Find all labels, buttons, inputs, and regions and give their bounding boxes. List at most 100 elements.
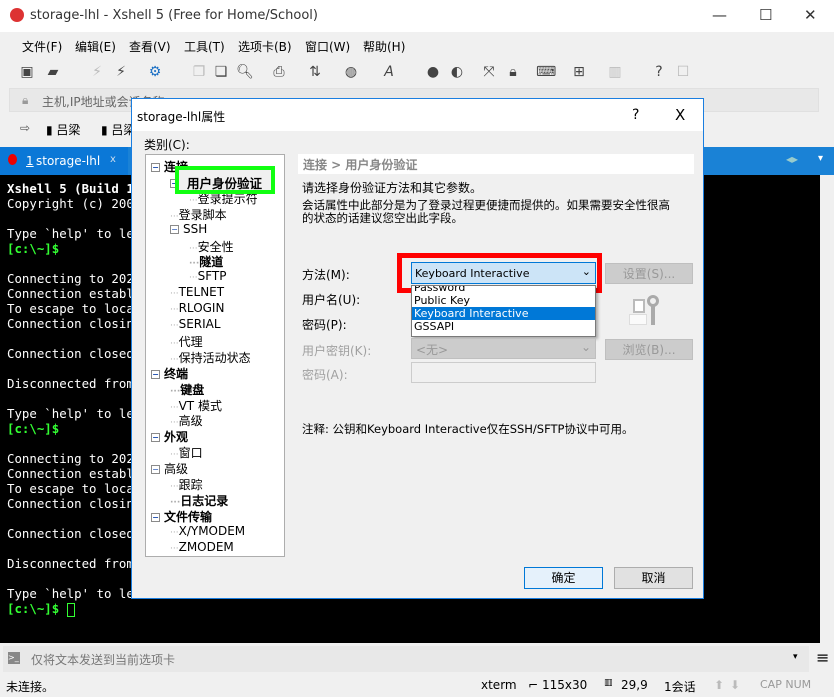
properties-icon[interactable]: ⚙ (146, 64, 164, 82)
chat-icon[interactable]: ☐ (674, 64, 692, 82)
tree-line: ··· (189, 195, 198, 206)
menu-file[interactable]: 文件(F) (22, 38, 62, 55)
terminal-type: xterm (481, 678, 517, 692)
lock-icon[interactable]: 🔒︎ (504, 64, 522, 82)
collapse-icon[interactable]: − (151, 369, 160, 379)
fullscreen-icon[interactable]: ⤧ (480, 64, 498, 82)
method-dropdown-list[interactable]: Password Public Key Keyboard Interactive… (411, 285, 596, 337)
reconnect-icon[interactable]: ⚡ (112, 64, 130, 82)
tree-item[interactable]: ···跟踪 (170, 476, 203, 493)
tree-item[interactable]: − SSH (170, 222, 207, 236)
user-key-value: <无> (416, 343, 449, 357)
compose-bar[interactable]: >_ 仅将文本发送到当前选项卡 ▾ (3, 646, 809, 672)
option-gssapi[interactable]: GSSAPI (412, 320, 595, 333)
transfer-icon[interactable]: ⇅ (306, 64, 324, 82)
font-icon[interactable]: A (380, 64, 398, 82)
find-icon[interactable]: 🔍︎ (236, 64, 254, 82)
menu-edit[interactable]: 编辑(E) (75, 38, 116, 55)
tree-item[interactable]: ···日志记录 (170, 492, 228, 509)
tree-item-label: 隧道 (199, 255, 224, 270)
user-key-select[interactable]: <无> ⌄ (411, 338, 596, 359)
maximize-button[interactable]: ☐ (759, 6, 772, 24)
menu-tools[interactable]: 工具(T) (184, 38, 225, 55)
tree-line: ··· (189, 243, 198, 254)
tree-item[interactable]: ···窗口 (170, 444, 203, 461)
collapse-icon[interactable]: − (151, 512, 160, 522)
window-title: storage-lhl - Xshell 5 (Free for Home/Sc… (30, 8, 318, 23)
category-tree[interactable]: −连接−用户身份验证···登录提示符···登录脚本−SSH···安全性···隧道… (145, 154, 285, 557)
compose-input[interactable]: 仅将文本发送到当前选项卡 (31, 651, 175, 668)
tree-item[interactable]: ···RLOGIN (170, 301, 224, 315)
caps-num-indicator: CAP NUM (760, 678, 812, 691)
tree-item[interactable]: − 终端 (151, 365, 188, 382)
collapse-icon[interactable]: − (151, 433, 160, 443)
tree-item[interactable]: ···ZMODEM (170, 540, 234, 554)
menu-view[interactable]: 查看(V) (129, 38, 171, 55)
collapse-icon[interactable]: − (170, 224, 179, 234)
keyboard-icon[interactable]: ⌨ (536, 64, 556, 82)
tree-item[interactable]: ···SERIAL (170, 317, 221, 331)
dialog-close-button[interactable]: X (675, 106, 685, 124)
option-public-key[interactable]: Public Key (412, 294, 595, 307)
help-icon[interactable]: ? (650, 64, 668, 82)
new-tab-icon[interactable]: ⊞ (570, 64, 588, 82)
option-keyboard-interactive[interactable]: Keyboard Interactive (412, 307, 595, 320)
tab-close-button[interactable]: x (110, 154, 116, 165)
xmanager-icon[interactable]: ◐ (448, 64, 466, 82)
collapse-icon[interactable]: − (151, 163, 160, 172)
tree-item[interactable]: ···代理 (170, 333, 203, 350)
selected-tree-item-highlight[interactable]: 用户身份验证 (175, 166, 275, 194)
tree-item-label: 安全性 (197, 239, 234, 254)
menu-tabs[interactable]: 选项卡(B) (238, 38, 292, 55)
cancel-button[interactable]: 取消 (614, 567, 693, 589)
tree-item[interactable]: ···保持活动状态 (170, 349, 251, 366)
layout-icon[interactable]: ▥ (606, 64, 624, 82)
tree-item[interactable]: ···安全性 (189, 238, 234, 255)
dropdown-icon[interactable]: ▾ (793, 652, 798, 662)
cursor-position: 29,9 (621, 678, 648, 692)
tree-item[interactable]: ···VT 模式 (170, 397, 222, 414)
bookmark-1[interactable]: ▮ 吕梁 (46, 121, 80, 138)
ok-button[interactable]: 确定 (524, 567, 603, 589)
tree-item[interactable]: − 高级 (151, 460, 188, 477)
collapse-icon[interactable]: − (151, 465, 160, 475)
tree-item[interactable]: ···隧道 (189, 253, 223, 270)
minimize-button[interactable]: — (712, 6, 727, 24)
close-button[interactable]: ✕ (804, 6, 817, 24)
option-password[interactable]: Password (412, 286, 595, 294)
passphrase-input[interactable] (411, 362, 596, 383)
help-button[interactable]: ? (632, 107, 639, 123)
tree-item[interactable]: ···登录脚本 (170, 206, 227, 223)
tab-number: 1 (26, 154, 34, 168)
tree-item[interactable]: ···键盘 (170, 381, 204, 398)
tree-item[interactable]: ···TELNET (170, 285, 224, 299)
paste-icon[interactable]: ❏ (212, 64, 230, 82)
open-folder-icon[interactable]: ▰ (44, 64, 62, 82)
tree-item[interactable]: ···X/YMODEM (170, 524, 245, 538)
tree-item[interactable]: − 文件传输 (151, 508, 212, 525)
connection-status: 未连接。 (6, 680, 55, 694)
print-icon[interactable]: ⎙ (270, 64, 288, 82)
tree-item-label: SSH (183, 221, 208, 236)
tab-list-icon[interactable]: ▾ (818, 153, 823, 164)
tree-item[interactable]: − 外观 (151, 428, 188, 445)
menu-help[interactable]: 帮助(H) (363, 38, 405, 55)
menu-window[interactable]: 窗口(W) (305, 38, 350, 55)
tab-scroll-icon[interactable]: ◂▸ (786, 152, 798, 166)
session-count: 1会话 (664, 680, 696, 694)
globe-icon[interactable]: ◍ (342, 64, 360, 82)
tab-storage-lhl[interactable]: 1 storage-lhl x (0, 147, 128, 175)
scrollbar[interactable] (820, 175, 834, 643)
dialog-title-bar: storage-lhl属性 ? X (132, 99, 703, 131)
tree-item[interactable]: ···SFTP (189, 269, 226, 283)
tree-item[interactable]: ···高级 (170, 412, 203, 429)
new-session-icon[interactable]: ▣ (18, 64, 36, 82)
menu-icon[interactable]: ≡ (816, 648, 829, 667)
settings-button[interactable]: 设置(S)... (605, 263, 693, 284)
tree-item-label: 保持活动状态 (178, 350, 251, 365)
disconnect-icon[interactable]: ⚡ (88, 64, 106, 82)
xftp-icon[interactable]: ● (424, 64, 442, 82)
browse-button[interactable]: 浏览(B)... (605, 339, 693, 360)
copy-icon[interactable]: ❐ (190, 64, 208, 82)
terminal-size: 115x30 (542, 678, 588, 692)
